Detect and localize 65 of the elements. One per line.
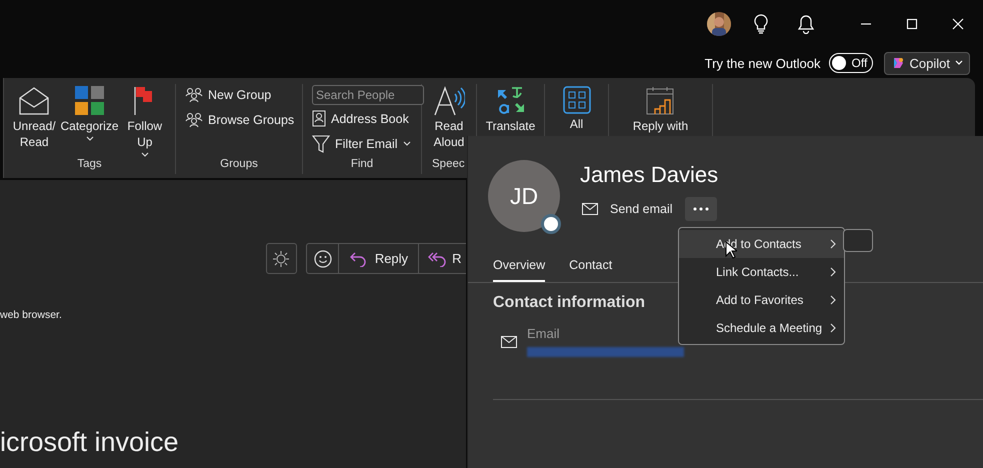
reply-all-arrow-icon: [427, 250, 448, 266]
translate-button[interactable]: Translate: [481, 84, 540, 134]
chevron-right-icon: [830, 267, 836, 277]
chevron-right-icon: [830, 323, 836, 333]
address-book-button[interactable]: Address Book: [312, 108, 424, 130]
search-people-field[interactable]: Search People: [312, 85, 424, 105]
all-apps-button[interactable]: All: [549, 84, 604, 132]
caret-icon: [955, 60, 963, 66]
maximize-icon: [905, 17, 919, 31]
brightness-button[interactable]: [266, 243, 297, 274]
menu-item[interactable]: Link Contacts...: [679, 258, 844, 286]
reply-arrow-icon: [348, 250, 367, 266]
people-icon: [185, 112, 203, 128]
chevron-right-icon: [830, 295, 836, 305]
sun-icon: [272, 250, 290, 268]
new-outlook-toggle[interactable]: Off: [828, 53, 873, 73]
presence-icon: [541, 214, 561, 234]
copilot-button[interactable]: Copilot: [884, 52, 970, 74]
browse-groups-button[interactable]: Browse Groups: [185, 109, 294, 131]
email-label: Email: [527, 326, 561, 341]
filter-email-button[interactable]: Filter Email: [312, 133, 424, 155]
try-new-outlook-label: Try the new Outlook: [704, 56, 821, 70]
follow-up-button[interactable]: Follow Up: [118, 84, 171, 158]
reply-button[interactable]: Reply: [338, 244, 420, 273]
envelope-icon: [501, 336, 517, 348]
read-aloud-icon: [433, 86, 465, 116]
menu-item[interactable]: Schedule a Meeting: [679, 314, 844, 342]
envelope-icon: [18, 86, 50, 116]
envelope-icon: [582, 203, 598, 215]
reply-with-meeting-button[interactable]: Reply with: [613, 84, 708, 134]
tab[interactable]: Contact: [569, 250, 612, 282]
message-subject: icrosoft invoice: [0, 427, 180, 458]
category-squares-icon: [74, 86, 104, 116]
categorize-button[interactable]: Categorize: [60, 84, 119, 142]
message-text: web browser.: [0, 309, 63, 321]
more-options-button[interactable]: [684, 197, 717, 221]
app-grid-icon: [562, 86, 590, 114]
caret-icon: [402, 141, 411, 147]
smiley-icon: [314, 250, 332, 268]
group-label: Groups: [219, 158, 259, 172]
reply-all-button[interactable]: R: [419, 244, 466, 273]
group-label: Tags: [76, 158, 103, 172]
close-icon: [951, 17, 965, 31]
section-heading: Contact information: [493, 294, 645, 312]
new-group-button[interactable]: New Group: [185, 84, 294, 106]
lightbulb-icon: [753, 14, 769, 34]
bell-icon: [797, 14, 815, 34]
caret-icon: [86, 136, 94, 142]
group-label: Find: [350, 158, 374, 172]
address-book-icon: [312, 110, 326, 128]
translate-icon: [496, 86, 526, 116]
send-email-button[interactable]: Send email: [580, 197, 675, 221]
contact-name: James Davies: [580, 162, 718, 188]
unread-read-button[interactable]: Unread/ Read: [8, 84, 60, 150]
caret-icon: [140, 152, 149, 158]
tab[interactable]: Overview: [493, 250, 546, 282]
group-label: Speec: [431, 158, 466, 172]
menu-item[interactable]: Add to Favorites: [679, 286, 844, 314]
chevron-right-icon: [830, 239, 836, 249]
ellipsis-icon: [692, 207, 709, 211]
filter-icon: [312, 135, 330, 153]
read-aloud-button[interactable]: Read Aloud: [426, 84, 472, 150]
people-icon: [185, 87, 203, 103]
contact-avatar: JD: [488, 160, 560, 232]
calendar-chart-icon: [646, 86, 676, 116]
